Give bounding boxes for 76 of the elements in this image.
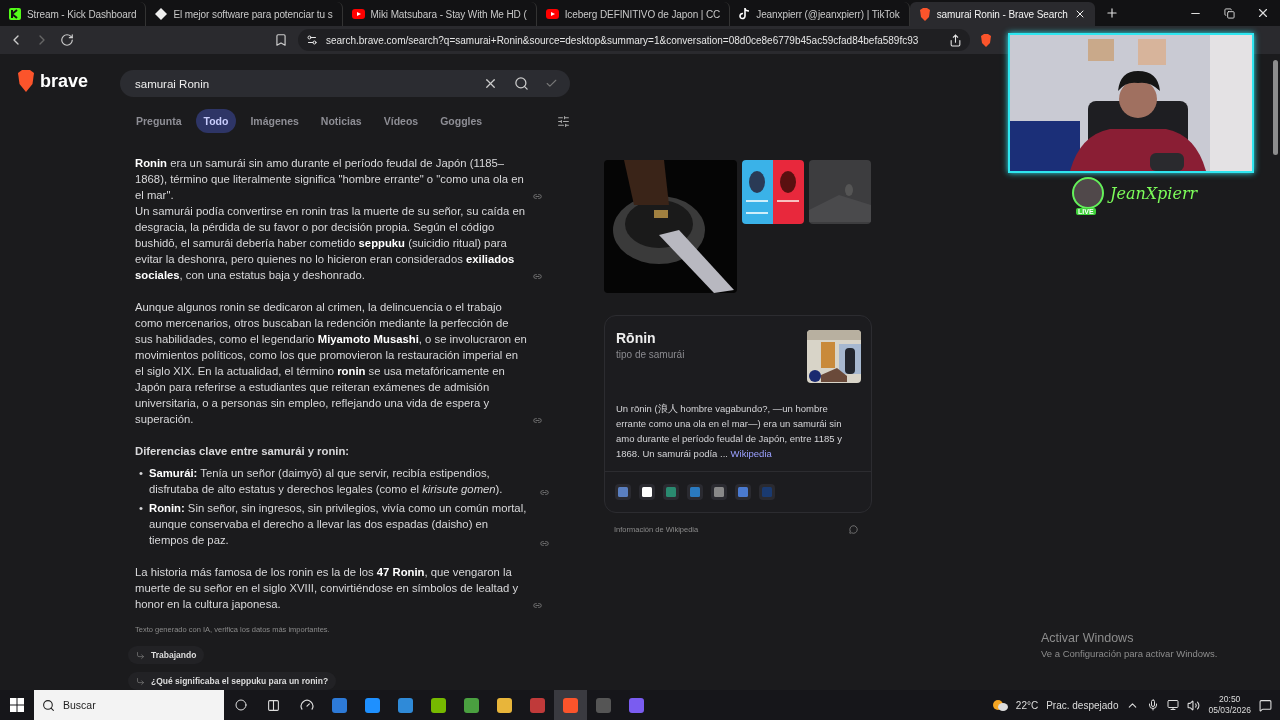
app-icon[interactable] bbox=[629, 697, 644, 713]
answer-heading: Diferencias clave entre samurái y ronin: bbox=[135, 444, 351, 459]
close-icon[interactable] bbox=[1256, 6, 1270, 20]
link-icon[interactable] bbox=[540, 539, 549, 548]
temperature-text: 22°C bbox=[1015, 699, 1039, 711]
app-icon[interactable] bbox=[431, 697, 446, 713]
notifications-icon[interactable] bbox=[1259, 698, 1272, 712]
filter-tab[interactable]: Vídeos bbox=[375, 109, 427, 133]
bullet-marker: • bbox=[139, 466, 143, 481]
app-icon[interactable] bbox=[332, 697, 347, 713]
reply-arrow-icon bbox=[136, 676, 145, 686]
site-settings-icon[interactable] bbox=[306, 34, 318, 46]
reply-arrow-icon bbox=[136, 650, 145, 660]
address-bar[interactable]: search.brave.com/search?q=samurai+Ronin&source=desktop&summary=1&conversation=08d0ce8e6779b45ac59cfad84befa589fc93 bbox=[298, 29, 970, 51]
app-icon[interactable] bbox=[497, 697, 512, 713]
search-icon bbox=[42, 698, 55, 712]
search-icon[interactable] bbox=[514, 76, 529, 91]
note-icon bbox=[739, 8, 751, 20]
weather-text: Prac. despejado bbox=[1046, 699, 1119, 711]
weather-icon bbox=[991, 698, 1008, 712]
clock[interactable]: 20:50 05/03/2026 bbox=[1208, 694, 1251, 716]
restore-icon[interactable] bbox=[1223, 7, 1235, 19]
follow-up-chip[interactable]: ¿Qué significaba el seppuku para un ronin? bbox=[128, 672, 337, 690]
new-tab-icon[interactable] bbox=[1104, 6, 1119, 20]
answer-text: Un samurái podía convertirse en ronin tras la muerte de su señor, su caída en desgracia, la pérdida de su favor o por decisión propia. Según el código bushidō, el samurái debería haber cometido seppuku (suicidio ritual) para evitar la deshonra, pero quienes no lo hicieron eran considerados exiliados sociales, con una estatus baja y deshonrado. bbox=[135, 204, 526, 283]
check-icon[interactable] bbox=[545, 77, 558, 90]
link-icon[interactable] bbox=[533, 271, 542, 281]
scrollbar-thumb[interactable] bbox=[1273, 60, 1278, 155]
kick-icon bbox=[9, 8, 21, 20]
task-view-icon[interactable] bbox=[234, 699, 247, 711]
volume-icon[interactable] bbox=[1187, 698, 1201, 712]
play-icon bbox=[351, 9, 365, 19]
bullet-marker: • bbox=[139, 501, 143, 516]
answer-text: Ronin era un samurái sin amo durante el período feudal de Japón (1185–1868), término que literalmente significa "hombre errante" o "como una ola en el mar". bbox=[135, 156, 525, 203]
clear-icon[interactable] bbox=[483, 76, 498, 91]
brave-logo[interactable]: brave bbox=[16, 70, 120, 92]
settings-icon[interactable] bbox=[557, 114, 570, 128]
card-description: Un rōnin (浪人 hombre vagabundo?, —un hombre errante como una ola en el mar—) era un samurái sin amo durante el período feudal de Japón, entre 1185 y 1868. Un samurái podía ... Wikipedia bbox=[615, 402, 843, 461]
app-icon[interactable] bbox=[398, 697, 413, 713]
link-icon[interactable] bbox=[533, 415, 542, 425]
diamond-icon bbox=[155, 8, 168, 20]
app-icon[interactable] bbox=[365, 697, 380, 713]
windows-icon[interactable] bbox=[10, 698, 24, 712]
filter-tab[interactable]: Imágenes bbox=[242, 109, 307, 133]
filter-tab[interactable]: Todo bbox=[195, 109, 237, 133]
play-icon bbox=[545, 9, 559, 19]
bullet-text: Samurái: Tenía un señor (daimyō) al que servir, recibía estipendios, disfrutaba de alto estatus y derechos legales (como el kirisute gomen). bbox=[148, 466, 504, 497]
follow-up-chip[interactable]: Trabajando bbox=[128, 646, 205, 664]
app-icon[interactable] bbox=[464, 697, 479, 713]
reload-icon[interactable] bbox=[60, 33, 74, 47]
card-title: Rōnin bbox=[616, 330, 657, 346]
activation-title: Activar Windows bbox=[1041, 631, 1135, 645]
taskbar-search-field[interactable]: Buscar bbox=[34, 690, 224, 720]
card-subtitle: tipo de samurái bbox=[616, 349, 686, 360]
link-icon[interactable] bbox=[540, 488, 549, 497]
lion-shield-icon bbox=[980, 33, 992, 47]
filter-tab[interactable]: Goggles bbox=[432, 109, 491, 133]
search-field[interactable]: samurai Ronin bbox=[120, 70, 570, 97]
answer-text: La historia más famosa de los ronin es la de los 47 Ronin, que vengaron la muerte de su señor en el siglo XVIII, convirtiéndose en símbolos de lealtad y honor en la cultura japonesa. bbox=[135, 565, 520, 612]
lion-shield-icon bbox=[918, 7, 931, 21]
link-icon[interactable] bbox=[533, 191, 542, 201]
microphone-icon[interactable] bbox=[1147, 699, 1160, 711]
browser-tab[interactable]: samurai Ronin - Brave Search bbox=[909, 2, 1095, 26]
gauge-icon[interactable] bbox=[299, 698, 314, 712]
link-icon[interactable] bbox=[533, 600, 542, 610]
source-icon[interactable] bbox=[639, 484, 655, 500]
filter-tab[interactable]: Pregunta bbox=[128, 109, 190, 133]
share-icon[interactable] bbox=[949, 33, 962, 47]
feedback-icon[interactable] bbox=[849, 525, 858, 534]
bullet-text: Ronin: Sin señor, sin ingresos, sin privilegios, vivía como un común mortal, aunque conservaba el derecho a llevar las dos espadas (daisho) en tiempos de paz. bbox=[148, 501, 528, 548]
bookmark-icon[interactable] bbox=[274, 33, 288, 47]
activation-text: Ve a Configuración para activar Windows. bbox=[1041, 648, 1218, 659]
filter-tab[interactable]: Noticias bbox=[312, 109, 370, 133]
wikipedia-link[interactable]: Wikipedia bbox=[730, 448, 772, 459]
answer-text: Aunque algunos ronin se dedicaron al crimen, la delincuencia o el trabajo como mercenarios, otros buscaban la redención mediante la perfección de sus habilidades, como el legendario Miyamoto Musashi, o se involucraron en movimientos políticos, como los que promovieron la restauración imperial en el siglo XIX. En la actualidad, el término ronin se usa metafóricamente en Japón para referirse a estudiantes que reiteran exámenes de admisión universitaria, o a personas sin empleo, reflejando una vida de espera y superación. bbox=[135, 300, 527, 427]
widgets-icon[interactable] bbox=[267, 698, 280, 712]
